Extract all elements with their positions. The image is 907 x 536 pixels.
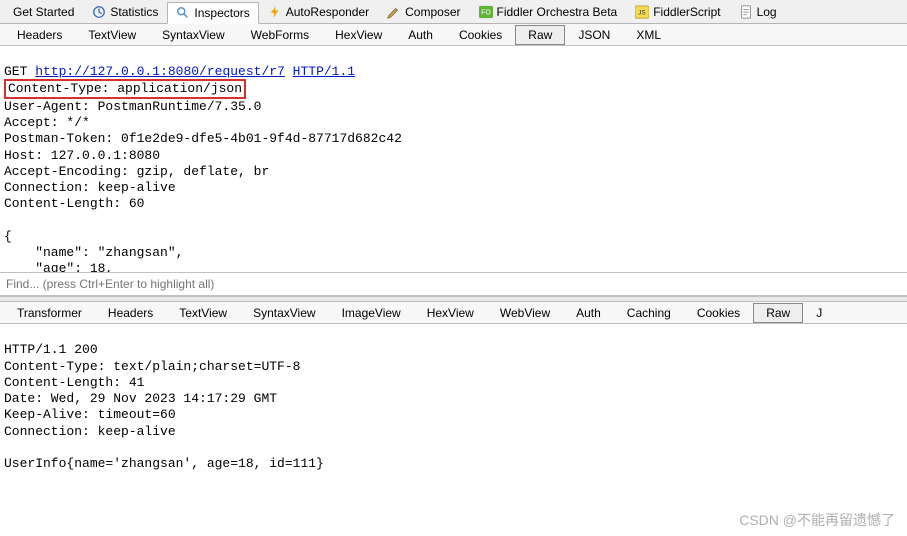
request-url[interactable]: http://127.0.0.1:8080/request/r7 [35,64,285,79]
tab-label: Log [757,5,777,19]
reqtab-cookies[interactable]: Cookies [446,25,515,45]
reqtab-hexview[interactable]: HexView [322,25,395,45]
reqtab-headers[interactable]: Headers [4,25,75,45]
reqtab-raw[interactable]: Raw [515,25,565,45]
svg-text:FO: FO [481,9,491,16]
restab-caching[interactable]: Caching [614,303,684,323]
restab-webview[interactable]: WebView [487,303,563,323]
tab-orchestra[interactable]: FO Fiddler Orchestra Beta [470,1,627,23]
tab-label: AutoResponder [286,5,369,19]
restab-transformer[interactable]: Transformer [4,303,95,323]
tab-label: Inspectors [194,6,249,20]
find-bar [0,272,907,296]
request-raw-pane[interactable]: GET http://127.0.0.1:8080/request/r7 HTT… [0,46,907,272]
response-subtab-strip: Transformer Headers TextView SyntaxView … [0,302,907,324]
restab-json[interactable]: J [803,303,835,323]
tab-log[interactable]: Log [730,1,786,23]
request-headers-rest: User-Agent: PostmanRuntime/7.35.0 Accept… [4,99,402,212]
restab-auth[interactable]: Auth [563,303,614,323]
fo-badge-icon: FO [479,5,493,19]
tab-label: Fiddler Orchestra Beta [497,5,618,19]
reqtab-json[interactable]: JSON [565,25,623,45]
reqtab-syntaxview[interactable]: SyntaxView [149,25,237,45]
highlighted-header: Content-Type: application/json [4,79,246,99]
tab-autoresponder[interactable]: AutoResponder [259,1,378,23]
bolt-icon [268,5,282,19]
tab-composer[interactable]: Composer [378,1,469,23]
reqtab-auth[interactable]: Auth [395,25,446,45]
watermark: CSDN @不能再留遗憾了 [739,510,895,530]
find-input[interactable] [0,273,907,295]
tab-inspectors[interactable]: Inspectors [167,2,258,24]
request-protocol: HTTP/1.1 [293,64,355,79]
restab-imageview[interactable]: ImageView [329,303,414,323]
response-raw-text: HTTP/1.1 200 Content-Type: text/plain;ch… [4,342,324,471]
restab-raw[interactable]: Raw [753,303,803,323]
magnifier-icon [176,6,190,20]
restab-textview[interactable]: TextView [166,303,240,323]
svg-text:JS: JS [639,9,646,16]
tab-statistics[interactable]: Statistics [83,1,167,23]
reqtab-textview[interactable]: TextView [75,25,149,45]
clock-icon [92,5,106,19]
restab-cookies[interactable]: Cookies [684,303,753,323]
document-icon [739,5,753,19]
request-line: GET http://127.0.0.1:8080/request/r7 HTT… [4,64,355,79]
restab-hexview[interactable]: HexView [414,303,487,323]
main-tab-strip: Get Started Statistics Inspectors AutoRe… [0,0,907,24]
response-raw-pane[interactable]: HTTP/1.1 200 Content-Type: text/plain;ch… [0,324,907,472]
request-method: GET [4,64,27,79]
reqtab-xml[interactable]: XML [623,25,674,45]
restab-syntaxview[interactable]: SyntaxView [240,303,328,323]
tab-get-started[interactable]: Get Started [4,1,83,23]
request-body: { "name": "zhangsan", "age": 18, "id": 1… [4,229,183,272]
restab-headers[interactable]: Headers [95,303,166,323]
tab-label: Statistics [110,5,158,19]
tab-label: Composer [405,5,460,19]
request-subtab-strip: Headers TextView SyntaxView WebForms Hex… [0,24,907,46]
tab-fiddlerscript[interactable]: JS FiddlerScript [626,1,729,23]
pencil-icon [387,5,401,19]
tab-label: FiddlerScript [653,5,720,19]
reqtab-webforms[interactable]: WebForms [238,25,322,45]
js-badge-icon: JS [635,5,649,19]
